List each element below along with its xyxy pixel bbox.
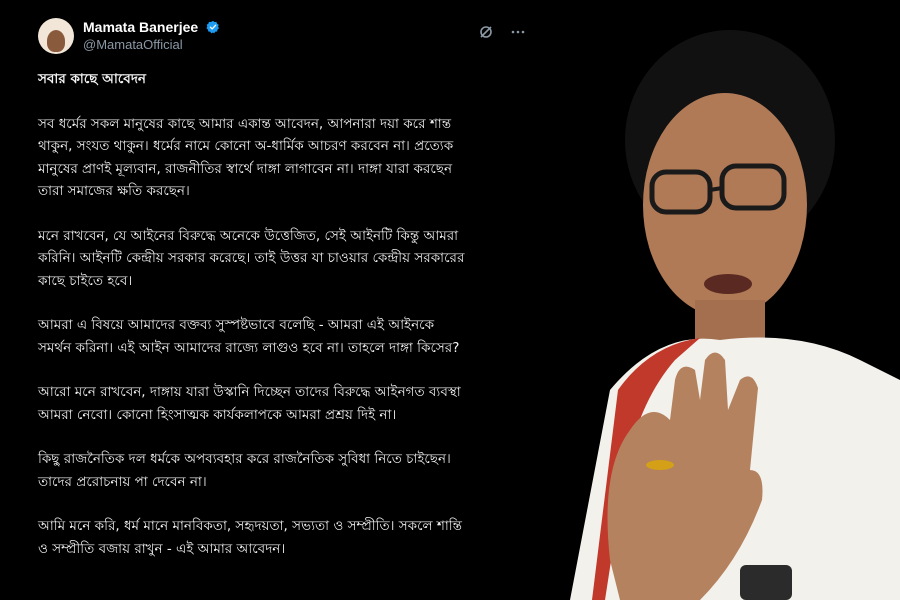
post-card: Mamata Banerjee @MamataOfficial সবার কাছ…: [0, 0, 560, 600]
post-text: সবার কাছে আবেদন সব ধর্মের সকল মানুষের কা…: [38, 68, 538, 582]
post-paragraph: আমরা এ বিষয়ে আমাদের বক্তব্য সুস্পষ্টভাব…: [38, 317, 460, 356]
post-paragraph: কিছু রাজনৈতিক দল ধর্মকে অপব্যবহার করে রা…: [38, 451, 451, 490]
post-title: সবার কাছে আবেদন: [38, 71, 146, 87]
avatar[interactable]: [38, 18, 74, 54]
post-paragraph: মনে রাখবেন, যে আইনের বিরুদ্ধে অনেকে উত্ত…: [38, 227, 465, 289]
grok-icon[interactable]: [478, 24, 494, 40]
author-names: Mamata Banerjee @MamataOfficial: [83, 18, 220, 54]
post-header: Mamata Banerjee @MamataOfficial: [38, 18, 220, 54]
post-paragraph: সব ধর্মের সকল মানুষের কাছে আমার একান্ত আ…: [38, 115, 454, 200]
speaker-photo: [570, 30, 900, 600]
display-name[interactable]: Mamata Banerjee: [83, 19, 198, 35]
post-paragraph: আমি মনে করি, ধর্ম মানে মানবিকতা, সহৃদয়ত…: [38, 518, 462, 557]
verified-badge-icon: [206, 20, 220, 34]
handle[interactable]: @MamataOfficial: [83, 36, 220, 54]
post-paragraph: আরো মনে রাখবেন, দাঙ্গায় যারা উস্কানি দি…: [38, 384, 461, 423]
